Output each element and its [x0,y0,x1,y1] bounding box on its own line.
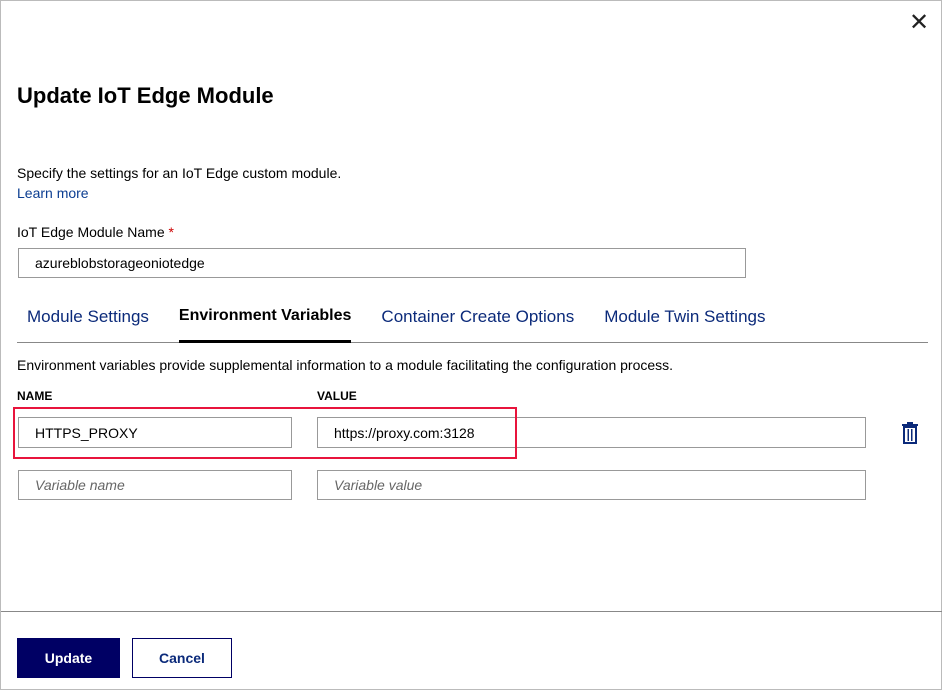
highlight-box [13,407,517,459]
module-name-input[interactable]: azureblobstorageoniotedge [18,248,746,278]
new-variable-value-input[interactable]: Variable value [317,470,866,500]
tab-container-create-options[interactable]: Container Create Options [381,299,574,343]
tab-module-settings[interactable]: Module Settings [27,299,149,343]
new-variable-name-input[interactable]: Variable name [18,470,292,500]
trash-icon [899,421,921,445]
env-description: Environment variables provide supplement… [17,357,673,373]
tab-environment-variables[interactable]: Environment Variables [179,299,352,343]
dialog-description: Specify the settings for an IoT Edge cus… [17,165,341,181]
tab-bar: Module Settings Environment Variables Co… [17,299,928,343]
required-mark: * [169,224,174,240]
close-icon: ✕ [909,9,929,36]
learn-more-link[interactable]: Learn more [17,185,89,201]
module-name-label-text: IoT Edge Module Name [17,224,165,240]
footer-divider [1,611,942,612]
value-column-header: VALUE [317,389,357,403]
tab-module-twin-settings[interactable]: Module Twin Settings [604,299,765,343]
cancel-button[interactable]: Cancel [132,638,232,678]
delete-row-button[interactable] [899,421,921,445]
update-button[interactable]: Update [17,638,120,678]
name-column-header: NAME [17,389,52,403]
close-button[interactable]: ✕ [905,9,933,37]
dialog-title: Update IoT Edge Module [17,83,274,109]
module-name-label: IoT Edge Module Name * [17,224,174,240]
